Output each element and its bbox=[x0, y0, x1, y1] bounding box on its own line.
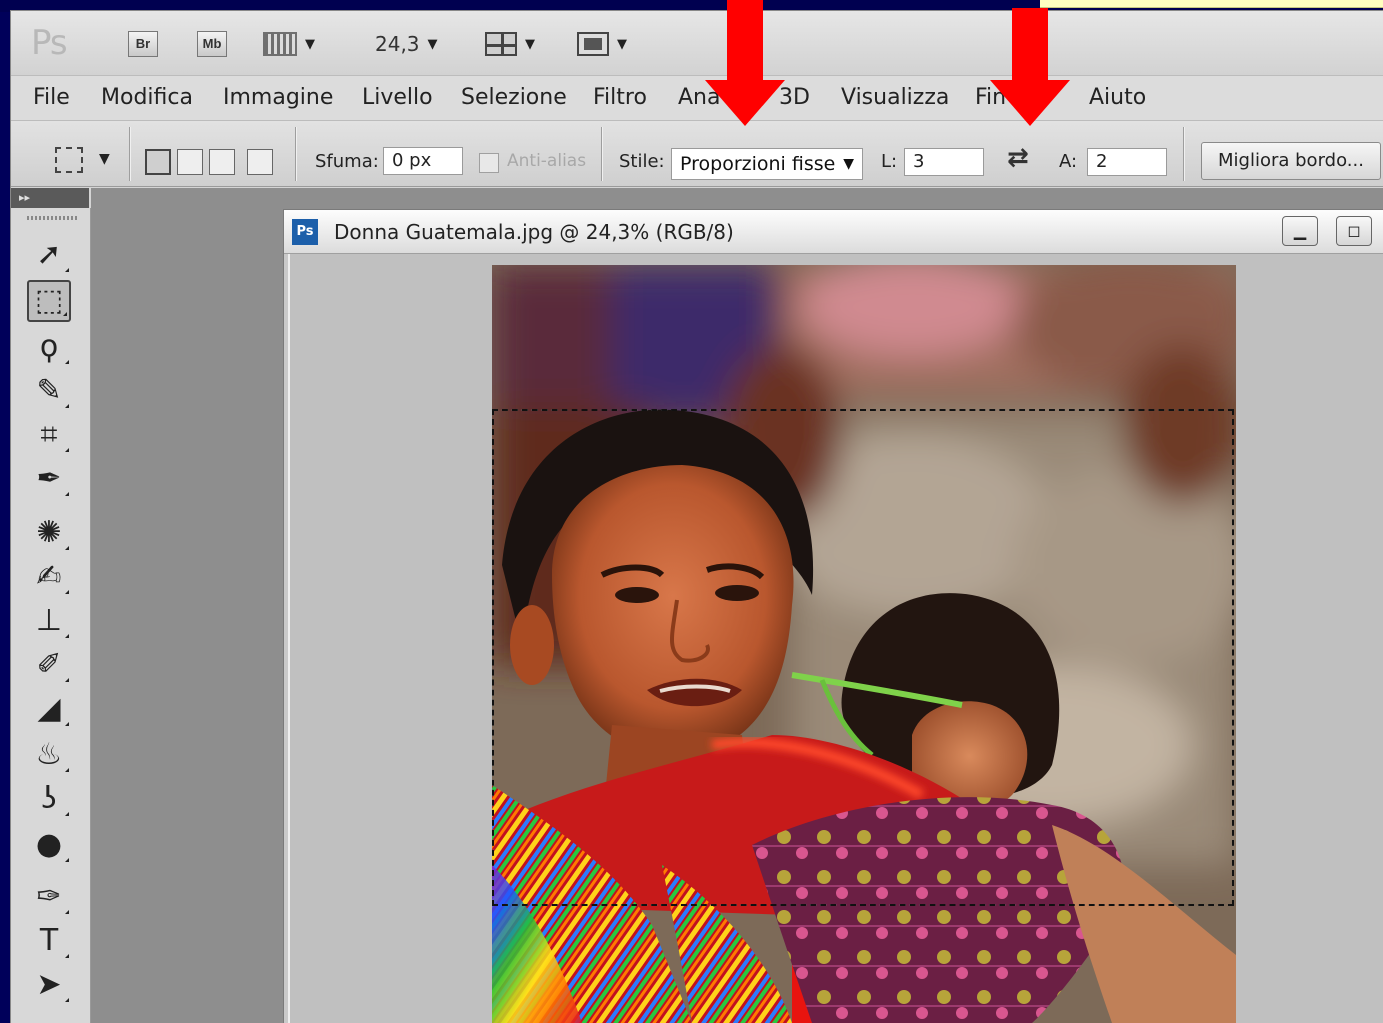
paint-bucket-tool-icon[interactable]: ♨ bbox=[27, 734, 71, 776]
menu-selezione[interactable]: Selezione bbox=[461, 84, 567, 112]
swap-width-height-icon[interactable]: ⇄ bbox=[1007, 143, 1029, 173]
antialias-label: Anti-alias bbox=[507, 151, 587, 171]
options-separator bbox=[1183, 127, 1184, 181]
menu-modifica[interactable]: Modifica bbox=[101, 84, 193, 112]
width-label: L: bbox=[881, 151, 898, 172]
dropdown-arrow-icon: ▼ bbox=[617, 36, 627, 52]
clone-stamp-tool-icon[interactable]: ⊥ bbox=[27, 600, 71, 642]
options-separator bbox=[601, 127, 602, 181]
ps-document-icon: Ps bbox=[292, 219, 318, 245]
dropdown-arrow-icon: ▼ bbox=[427, 36, 438, 52]
document-title: Donna Guatemala.jpg @ 24,3% (RGB/8) bbox=[334, 220, 734, 244]
minimize-button[interactable]: ▁ bbox=[1282, 216, 1318, 246]
smudge-tool-icon[interactable]: ʖ bbox=[27, 778, 71, 820]
options-bar: ▼ Sfuma: 0 px Anti-alias Stile: Proporzi… bbox=[11, 121, 1383, 187]
view-extras-dropdown[interactable]: ▼ bbox=[263, 29, 315, 59]
lasso-tool-icon[interactable]: ϙ bbox=[27, 326, 71, 368]
intersect-selection-button[interactable] bbox=[247, 149, 273, 175]
height-label: A: bbox=[1059, 151, 1078, 172]
pen-tool-icon[interactable]: ✑ bbox=[27, 876, 71, 918]
height-input[interactable]: 2 bbox=[1087, 148, 1167, 176]
history-brush-tool-icon[interactable]: ✐ bbox=[27, 644, 71, 686]
tool-preset-marquee-icon[interactable] bbox=[55, 147, 83, 173]
new-selection-button[interactable] bbox=[145, 149, 171, 175]
menu-aiuto[interactable]: Aiuto bbox=[1089, 84, 1146, 112]
dodge-tool-icon[interactable]: ● bbox=[27, 824, 71, 866]
feather-label: Sfuma: bbox=[315, 151, 379, 172]
dropdown-arrow-icon: ▼ bbox=[525, 36, 535, 52]
style-select[interactable]: Proporzioni fisse ▼ bbox=[671, 148, 863, 180]
path-selection-tool-icon[interactable]: ➤ bbox=[27, 964, 71, 1006]
rect-marquee-tool-icon[interactable]: ⬚ bbox=[27, 280, 71, 322]
zoom-level-dropdown[interactable]: 24,3 ▼ bbox=[375, 29, 438, 59]
dropdown-arrow-icon: ▼ bbox=[305, 36, 315, 52]
menu-file[interactable]: File bbox=[33, 84, 70, 112]
chevron-down-icon: ▼ bbox=[843, 156, 854, 172]
type-tool-icon[interactable]: T bbox=[27, 920, 71, 962]
style-select-value: Proporzioni fisse bbox=[680, 153, 836, 175]
screen-mode-icon bbox=[577, 32, 609, 56]
spot-healing-tool-icon[interactable]: ✺ bbox=[27, 512, 71, 554]
crop-tool-icon[interactable]: ⌗ bbox=[27, 414, 71, 456]
quick-selection-tool-icon[interactable]: ✎ bbox=[27, 370, 71, 412]
brush-tool-icon[interactable]: ✍ bbox=[27, 556, 71, 598]
refine-edge-button[interactable]: Migliora bordo... bbox=[1201, 142, 1381, 180]
menu-bar: File Modifica Immagine Livello Selezione… bbox=[11, 75, 1383, 121]
subtract-from-selection-button[interactable] bbox=[209, 149, 235, 175]
options-separator bbox=[295, 127, 296, 181]
maximize-button[interactable]: ◻ bbox=[1336, 216, 1372, 246]
application-bar: Ps Br Mb ▼ 24,3 ▼ ▼ ▼ bbox=[11, 11, 1383, 75]
film-strip-icon bbox=[263, 32, 297, 56]
menu-livello[interactable]: Livello bbox=[362, 84, 433, 112]
panel-collapse-header[interactable]: ▸▸ bbox=[11, 188, 89, 208]
style-label: Stile: bbox=[619, 151, 665, 172]
photoshop-logo: Ps bbox=[31, 23, 68, 63]
bridge-button[interactable]: Br bbox=[128, 31, 158, 57]
red-arrow-swap-pointer bbox=[990, 8, 1070, 126]
arrange-documents-dropdown[interactable]: ▼ bbox=[485, 29, 535, 59]
slide-yellow-strip bbox=[1040, 0, 1383, 8]
options-separator bbox=[129, 127, 130, 181]
menu-visualizza[interactable]: Visualizza bbox=[841, 84, 949, 112]
add-to-selection-button[interactable] bbox=[177, 149, 203, 175]
tool-preset-arrow-icon[interactable]: ▼ bbox=[99, 151, 110, 167]
width-input[interactable]: 3 bbox=[904, 148, 984, 176]
document-titlebar[interactable]: Ps Donna Guatemala.jpg @ 24,3% (RGB/8) ▁… bbox=[284, 210, 1383, 254]
toolbox-grip[interactable] bbox=[27, 216, 77, 220]
photo-image bbox=[492, 265, 1236, 1023]
toolbox: ➚ ⬚ ϙ ✎ ⌗ ✒ ✺ ✍ ⊥ ✐ ◢ ♨ ʖ ● ✑ T ➤ ▭ bbox=[11, 208, 91, 1023]
zoom-level-value: 24,3 bbox=[375, 32, 420, 56]
menu-immagine[interactable]: Immagine bbox=[223, 84, 333, 112]
eyedropper-tool-icon[interactable]: ✒ bbox=[27, 458, 71, 500]
menu-filtro[interactable]: Filtro bbox=[593, 84, 647, 112]
screen-mode-dropdown[interactable]: ▼ bbox=[577, 29, 627, 59]
eraser-tool-icon[interactable]: ◢ bbox=[27, 688, 71, 730]
move-tool-icon[interactable]: ➚ bbox=[27, 234, 71, 276]
antialias-checkbox[interactable] bbox=[479, 153, 499, 173]
shape-tool-icon[interactable]: ▭ bbox=[27, 1008, 71, 1023]
red-arrow-style-pointer bbox=[705, 0, 785, 126]
feather-input[interactable]: 0 px bbox=[383, 147, 463, 175]
mini-bridge-button[interactable]: Mb bbox=[197, 31, 227, 57]
photo-woman-guatemala[interactable] bbox=[492, 265, 1236, 1023]
arrange-grid-icon bbox=[485, 32, 517, 56]
